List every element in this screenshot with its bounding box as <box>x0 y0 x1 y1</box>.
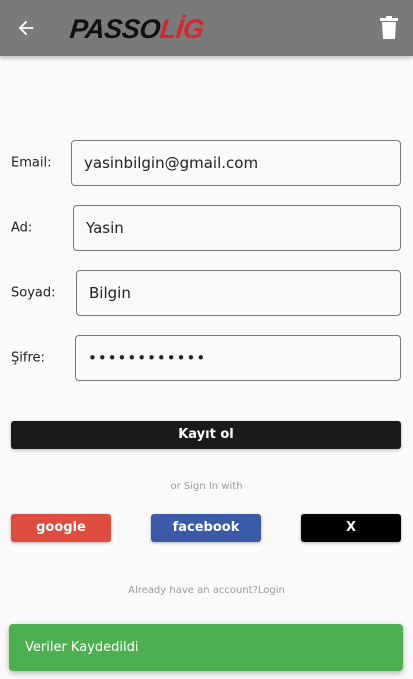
email-label: Email: <box>11 155 52 171</box>
login-link[interactable]: Already have an account?Login <box>0 585 413 596</box>
trash-icon <box>380 16 398 39</box>
last-name-field[interactable]: Bilgin <box>76 270 401 316</box>
snackbar: Veriler Kaydedildi <box>9 624 403 671</box>
delete-button[interactable] <box>377 14 401 42</box>
password-row: Şifre: •••••••••••• <box>11 335 401 381</box>
arrow-left-icon <box>18 20 34 36</box>
email-row: Email: yasinbilgin@gmail.com <box>11 140 401 186</box>
first-name-row: Ad: Yasin <box>11 205 401 251</box>
or-sign-in-text: or Sign In with <box>170 481 243 492</box>
google-button[interactable]: google <box>11 514 111 542</box>
last-name-row: Soyad: Bilgin <box>11 270 401 316</box>
facebook-button[interactable]: facebook <box>151 514 261 542</box>
x-button[interactable]: X <box>301 514 401 542</box>
password-label: Şifre: <box>11 350 45 366</box>
password-field[interactable]: •••••••••••• <box>75 335 401 381</box>
register-button[interactable]: Kayıt ol <box>11 421 401 449</box>
first-name-field[interactable]: Yasin <box>73 205 401 251</box>
app-bar: PASSOLİG <box>0 0 413 56</box>
snackbar-message: Veriler Kaydedildi <box>25 640 139 655</box>
email-field[interactable]: yasinbilgin@gmail.com <box>71 140 401 186</box>
last-name-label: Soyad: <box>11 285 56 301</box>
first-name-label: Ad: <box>11 220 33 236</box>
back-button[interactable] <box>10 12 42 44</box>
passolig-logo: PASSOLİG <box>68 14 206 44</box>
